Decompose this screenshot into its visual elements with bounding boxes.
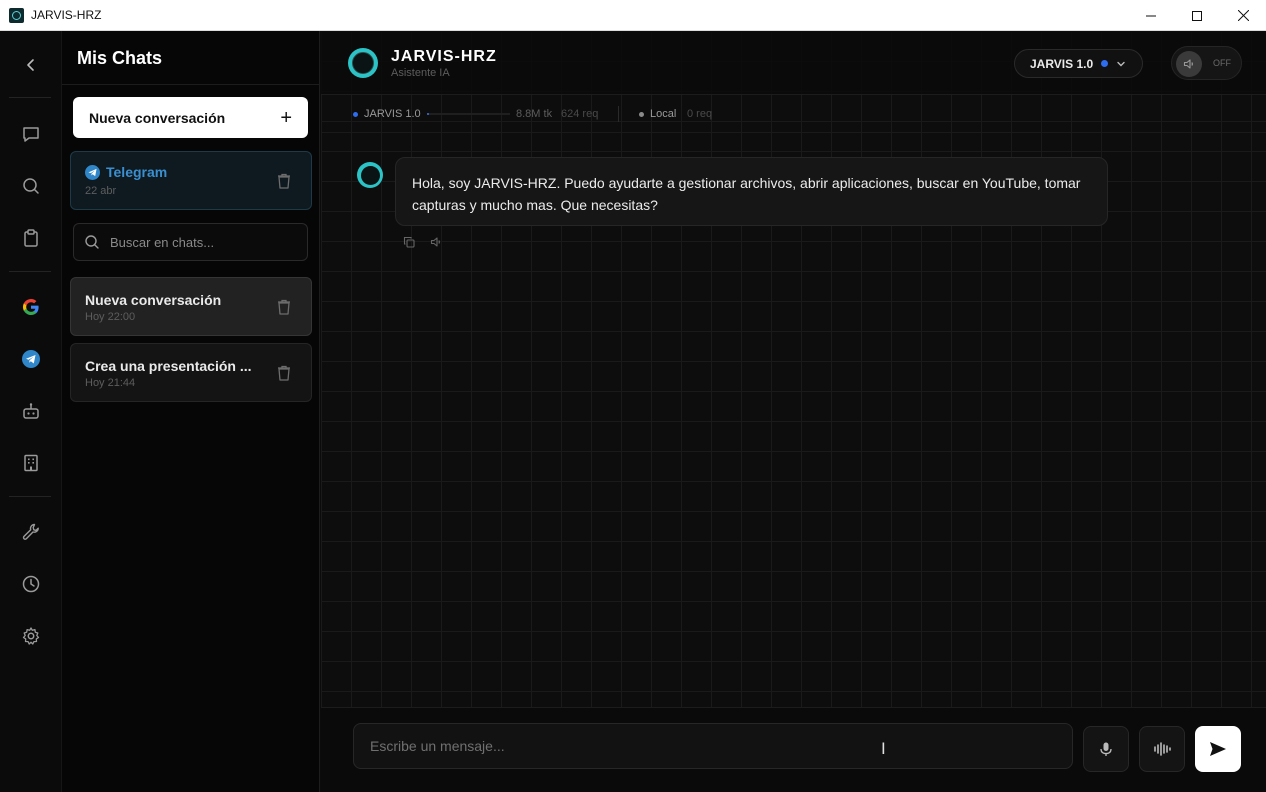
microphone-icon <box>1100 742 1112 756</box>
voice-toggle[interactable]: OFF <box>1171 46 1242 80</box>
telegram-chat-label: Telegram <box>106 164 168 180</box>
chevron-down-icon <box>1117 61 1125 66</box>
model-status-dot <box>353 112 358 117</box>
stats-local-requests: 0 req <box>687 108 713 120</box>
maximize-icon <box>1192 10 1202 21</box>
rail-divider <box>9 97 51 98</box>
voice-toggle-state: OFF <box>1213 58 1231 68</box>
chat-search-field[interactable] <box>73 223 308 261</box>
conversation-date: Hoy 22:00 <box>85 311 136 323</box>
message-input[interactable] <box>370 738 1050 754</box>
waveform-icon <box>1154 742 1171 756</box>
rail-building-button[interactable] <box>16 448 46 478</box>
brand-subtitle: Asistente IA <box>391 67 450 79</box>
stats-divider <box>618 106 619 122</box>
trash-icon <box>278 299 290 315</box>
minimize-button[interactable] <box>1128 0 1174 31</box>
stats-model-label: JARVIS 1.0 <box>364 108 421 120</box>
collapse-sidebar-button[interactable] <box>16 50 46 80</box>
assistant-avatar <box>357 162 383 188</box>
voice-mode-button[interactable] <box>1139 726 1185 772</box>
model-status-dot <box>1101 60 1109 67</box>
chat-icon <box>23 127 39 142</box>
icon-rail <box>0 31 62 792</box>
sidebar-title: Mis Chats <box>77 48 163 68</box>
brand-title: JARVIS-HRZ <box>391 48 497 65</box>
telegram-chat-date: 22 abr <box>85 185 117 197</box>
message-composer[interactable]: I <box>353 723 1073 769</box>
speaker-icon <box>430 237 440 247</box>
send-icon <box>1210 742 1226 756</box>
chat-search-input[interactable] <box>110 234 290 250</box>
new-chat-button[interactable]: Nueva conversación + <box>73 97 308 138</box>
new-chat-label: Nueva conversación <box>89 109 226 126</box>
robot-icon <box>23 403 39 419</box>
trash-icon <box>278 365 290 381</box>
copy-message-button[interactable] <box>402 235 416 249</box>
maximize-button[interactable] <box>1174 0 1220 31</box>
chevron-left-icon <box>27 59 34 71</box>
rail-history-button[interactable] <box>16 569 46 599</box>
telegram-icon <box>22 350 40 368</box>
rail-divider <box>9 271 51 272</box>
rail-clipboard-button[interactable] <box>16 223 46 253</box>
text-cursor-icon: I <box>881 739 886 758</box>
rail-settings-button[interactable] <box>16 621 46 651</box>
minimize-icon <box>1146 15 1156 16</box>
sidebar-divider <box>62 84 320 85</box>
assistant-message: Hola, soy JARVIS-HRZ. Puedo ayudarte a g… <box>395 157 1108 226</box>
search-icon <box>23 178 39 194</box>
model-selector[interactable]: JARVIS 1.0 <box>1014 49 1143 78</box>
token-usage-bar <box>427 113 510 115</box>
app-logo-icon <box>9 8 24 23</box>
telegram-icon <box>85 164 100 180</box>
stats-requests: 624 req <box>561 108 599 120</box>
stats-tokens: 8.8M tk <box>516 108 553 120</box>
send-button[interactable] <box>1195 726 1241 772</box>
model-label: JARVIS 1.0 <box>1030 56 1094 71</box>
telegram-chat-title: Telegram <box>85 164 167 180</box>
chat-main: JARVIS-HRZ Asistente IA JARVIS 1.0 OFF J… <box>321 31 1266 792</box>
telegram-chat-card[interactable]: Telegram 22 abr <box>70 151 312 210</box>
chats-sidebar: Mis Chats Nueva conversación + Telegram … <box>62 31 320 792</box>
window-title: JARVIS-HRZ <box>31 8 102 22</box>
rail-google-button[interactable] <box>16 292 46 322</box>
close-icon <box>1237 10 1249 21</box>
clipboard-icon <box>24 229 38 247</box>
usage-stats-bar: JARVIS 1.0 8.8M tk 624 req Local 0 req <box>321 95 1266 133</box>
wrench-icon <box>22 523 39 540</box>
rail-search-button[interactable] <box>16 171 46 201</box>
read-aloud-button[interactable] <box>429 235 443 249</box>
history-icon <box>22 575 40 593</box>
local-status-dot <box>639 112 644 117</box>
microphone-button[interactable] <box>1083 726 1129 772</box>
chat-header: JARVIS-HRZ Asistente IA JARVIS 1.0 OFF <box>321 31 1266 95</box>
conversation-title: Nueva conversación <box>85 292 222 308</box>
composer-area: I <box>321 707 1266 792</box>
conversation-item[interactable]: Nueva conversación Hoy 22:00 <box>70 277 312 336</box>
speaker-icon <box>1176 51 1202 77</box>
trash-icon <box>278 173 290 189</box>
conversation-title: Crea una presentación ... <box>85 358 252 374</box>
conversation-item[interactable]: Crea una presentación ... Hoy 21:44 <box>70 343 312 402</box>
building-icon <box>24 454 38 472</box>
plus-icon: + <box>280 106 292 129</box>
delete-conversation-button[interactable] <box>277 365 291 386</box>
conversation-date: Hoy 21:44 <box>85 377 136 389</box>
rail-divider <box>9 496 51 497</box>
copy-icon <box>403 236 415 248</box>
jarvis-logo-icon <box>348 48 378 78</box>
rail-robot-button[interactable] <box>16 396 46 426</box>
settings-icon <box>22 627 40 645</box>
google-icon <box>23 299 39 315</box>
search-icon <box>85 235 99 249</box>
rail-telegram-button[interactable] <box>16 344 46 374</box>
close-button[interactable] <box>1220 0 1266 31</box>
rail-tools-button[interactable] <box>16 517 46 547</box>
stats-local-label: Local <box>650 108 677 120</box>
delete-telegram-chat-button[interactable] <box>277 173 291 194</box>
window-titlebar: JARVIS-HRZ <box>0 0 1266 31</box>
rail-chats-button[interactable] <box>16 119 46 149</box>
delete-conversation-button[interactable] <box>277 299 291 320</box>
